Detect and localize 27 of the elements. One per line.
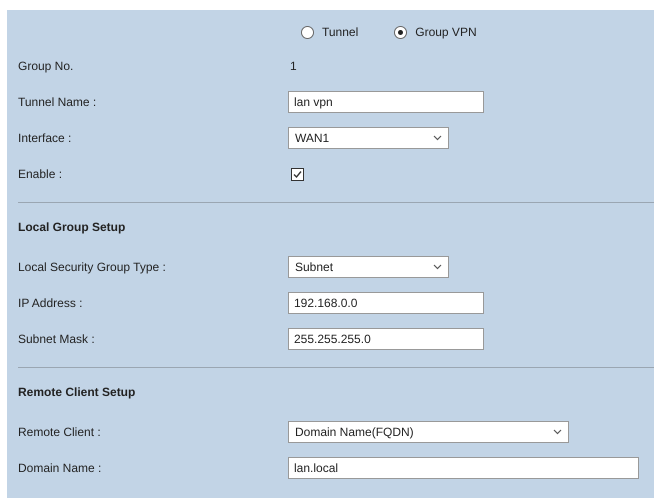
input-field[interactable]: lan.local — [288, 457, 639, 479]
field-label: Remote Client : — [18, 425, 102, 439]
dropdown[interactable]: Subnet — [288, 256, 449, 278]
group-number: 1 — [289, 59, 297, 73]
radio-button[interactable] — [301, 26, 314, 38]
field-label: IP Address : — [18, 296, 84, 310]
field-label: Local Security Group Type : — [18, 260, 167, 274]
section-heading: Local Group Setup — [18, 219, 126, 236]
input-field[interactable]: lan vpn — [288, 91, 484, 113]
field-label: Tunnel Name : — [18, 95, 98, 109]
field-label: Interface : — [18, 131, 72, 145]
caret-icon — [433, 264, 442, 270]
field-label: Subnet Mask : — [18, 332, 96, 346]
section-heading: Remote Client Setup — [18, 384, 136, 401]
input-field[interactable]: 192.168.0.0 — [288, 292, 484, 314]
radio-label: Group VPN — [415, 25, 477, 39]
checkbox[interactable] — [291, 168, 304, 180]
radio-label: Tunnel — [322, 25, 358, 39]
radio-button[interactable] — [394, 26, 408, 38]
field-label: Domain Name : — [18, 461, 102, 475]
caret-icon — [433, 135, 442, 141]
input-field[interactable]: 255.255.255.0 — [288, 328, 484, 350]
field-label: Group No. — [18, 59, 74, 73]
dropdown[interactable]: WAN1 — [288, 127, 449, 149]
field-label: Enable : — [18, 167, 64, 181]
caret-icon — [553, 429, 562, 435]
dropdown[interactable]: Domain Name(FQDN) — [288, 421, 569, 443]
